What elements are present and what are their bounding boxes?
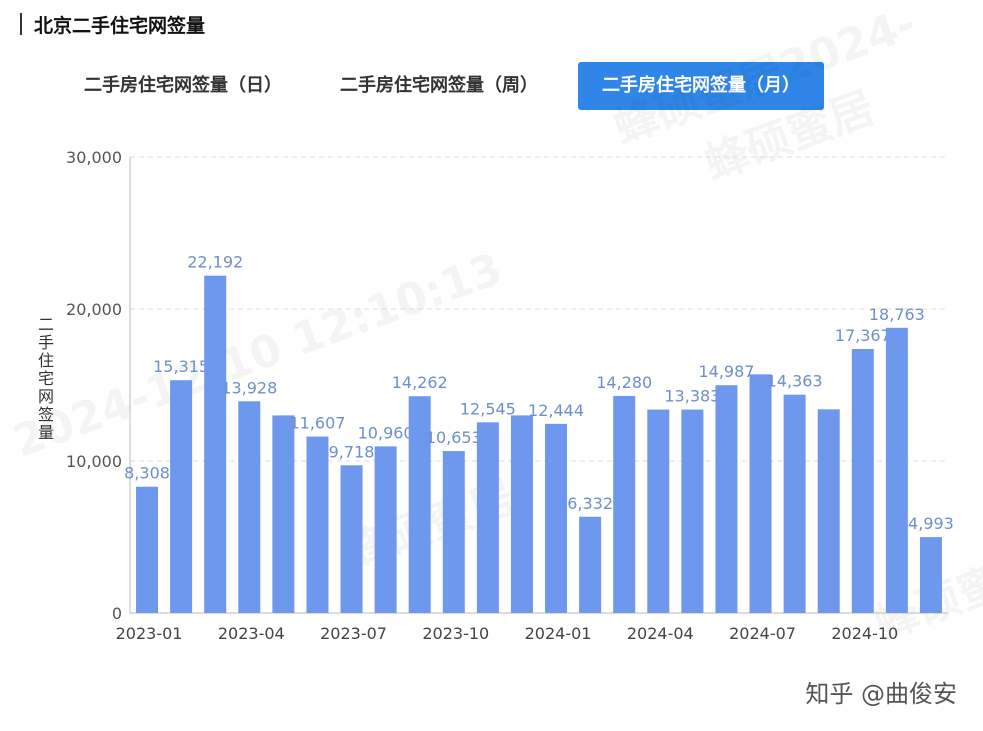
y-axis-label-char: 签 — [38, 405, 54, 424]
data-label: 12,545 — [460, 399, 516, 418]
data-label: 10,653 — [426, 428, 482, 447]
bar — [885, 327, 908, 613]
bar — [715, 385, 738, 613]
y-tick-label: 0 — [112, 604, 122, 623]
bar — [749, 374, 772, 613]
bar — [681, 409, 704, 613]
bar — [170, 380, 193, 613]
data-label: 13,383 — [664, 387, 720, 406]
data-label: 14,363 — [767, 372, 823, 391]
data-label: 18,763 — [869, 305, 925, 324]
x-tick-label: 2024-01 — [525, 624, 592, 643]
y-tick-label: 20,000 — [66, 300, 122, 319]
y-tick-label: 10,000 — [66, 452, 122, 471]
bar — [919, 537, 942, 613]
bar — [510, 415, 533, 613]
y-axis-label-char: 手 — [38, 333, 54, 352]
bar — [204, 275, 227, 613]
data-label: 9,718 — [329, 442, 375, 461]
bar — [851, 349, 874, 613]
y-axis-label-char: 宅 — [38, 369, 54, 388]
bar — [817, 409, 840, 613]
bar — [579, 516, 602, 613]
x-tick-label: 2023-04 — [218, 624, 285, 643]
bar — [647, 409, 670, 613]
x-tick-label: 2023-10 — [422, 624, 489, 643]
data-label: 14,987 — [698, 362, 754, 381]
data-label: 22,192 — [187, 253, 243, 272]
data-label: 14,280 — [596, 373, 652, 392]
bar — [340, 465, 363, 613]
data-label: 6,332 — [567, 494, 613, 513]
data-label: 8,308 — [124, 464, 170, 483]
data-label: 15,315 — [153, 357, 209, 376]
bar — [442, 451, 465, 613]
y-axis-label-char: 量 — [38, 423, 54, 442]
x-tick-label: 2024-07 — [729, 624, 796, 643]
data-label: 14,262 — [392, 373, 448, 392]
bar — [476, 422, 499, 613]
bar — [545, 423, 568, 613]
data-label: 4,993 — [908, 514, 954, 533]
y-axis-label-char: 住 — [38, 351, 54, 370]
bar — [238, 401, 261, 613]
data-label: 11,607 — [289, 414, 345, 433]
bar — [783, 394, 806, 613]
x-tick-label: 2024-10 — [831, 624, 898, 643]
x-tick-label: 2024-04 — [627, 624, 694, 643]
bar — [136, 486, 159, 613]
data-label: 13,928 — [221, 378, 277, 397]
bar — [374, 446, 397, 613]
bar — [272, 415, 295, 613]
y-tick-label: 30,000 — [66, 148, 122, 167]
data-label: 12,444 — [528, 401, 584, 420]
data-label: 10,960 — [358, 423, 414, 442]
bar — [306, 436, 329, 613]
data-label: 17,367 — [835, 326, 891, 345]
x-tick-label: 2023-01 — [116, 624, 183, 643]
x-tick-label: 2023-07 — [320, 624, 387, 643]
y-axis-label-char: 网 — [38, 387, 54, 406]
y-axis-label-char: 二 — [38, 315, 54, 334]
bar — [613, 395, 636, 613]
author-credit: 知乎 @曲俊安 — [805, 680, 957, 708]
bar-chart: 0 10,000 20,000 30,000 8,308 15,315 22,192 13,9… — [38, 148, 954, 643]
